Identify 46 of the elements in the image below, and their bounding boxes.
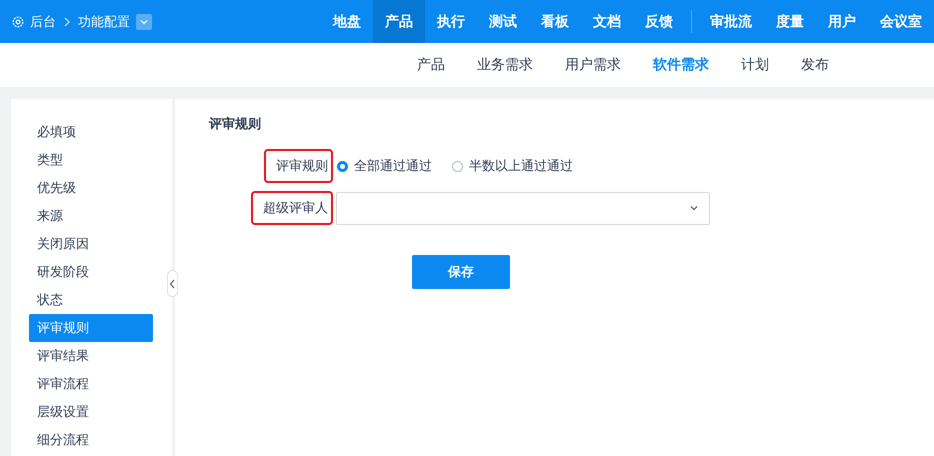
field-label: 评审规则 xyxy=(264,149,333,183)
nav-tab[interactable]: 会议室 xyxy=(868,0,934,43)
breadcrumb-current: 功能配置 xyxy=(78,14,130,30)
select-field[interactable] xyxy=(336,192,710,224)
nav-tab[interactable]: 反馈 xyxy=(633,0,685,43)
nav-tab[interactable]: 审批流 xyxy=(698,0,764,43)
dropdown-button[interactable] xyxy=(136,14,152,30)
sidebar-item[interactable]: 层级设置 xyxy=(29,398,153,426)
nav-tab[interactable]: 地盘 xyxy=(321,0,373,43)
sub-nav-tab[interactable]: 产品 xyxy=(402,56,460,74)
sidebar-item[interactable]: 关闭原因 xyxy=(29,230,153,258)
sidebar-item[interactable]: 细分流程 xyxy=(29,426,153,454)
sidebar-item[interactable]: 必填项 xyxy=(29,118,153,146)
nav-tab[interactable]: 文档 xyxy=(581,0,633,43)
sidebar-item[interactable]: 类型 xyxy=(29,146,153,174)
sub-nav-tab[interactable]: 发布 xyxy=(786,56,844,74)
radio-icon[interactable] xyxy=(452,160,463,172)
sub-nav-tab[interactable]: 计划 xyxy=(726,56,784,74)
radio-option[interactable]: 全部通过通过 xyxy=(337,157,432,175)
sidebar-item[interactable]: 研发阶段 xyxy=(29,258,153,286)
sub-nav-tab[interactable]: 用户需求 xyxy=(550,56,636,74)
sidebar-item[interactable]: 评审流程 xyxy=(29,370,153,398)
sub-nav-tab[interactable]: 业务需求 xyxy=(462,56,548,74)
nav-tab[interactable]: 测试 xyxy=(477,0,529,43)
settings-icon xyxy=(12,16,24,28)
chevron-left-icon xyxy=(169,278,176,288)
chevron-right-icon xyxy=(62,16,72,26)
nav-tab[interactable]: 产品 xyxy=(373,0,425,43)
sidebar-item[interactable]: 评审规则 xyxy=(29,314,153,342)
nav-tab[interactable]: 执行 xyxy=(425,0,477,43)
chevron-down-icon xyxy=(689,203,699,213)
collapse-button[interactable] xyxy=(167,270,178,297)
breadcrumb-link[interactable]: 后台 xyxy=(30,12,56,30)
field-label: 超级评审人 xyxy=(251,191,333,225)
nav-tab[interactable]: 看板 xyxy=(529,0,581,43)
save-button[interactable]: 保存 xyxy=(412,255,510,289)
section-title: 评审规则 xyxy=(209,116,261,133)
sidebar-item[interactable]: 评审结果 xyxy=(29,342,153,370)
sub-nav-tab[interactable]: 软件需求 xyxy=(638,56,724,74)
nav-tab[interactable]: 用户 xyxy=(816,0,868,43)
sidebar-item[interactable]: 来源 xyxy=(29,202,153,230)
sidebar-item[interactable]: 优先级 xyxy=(29,174,153,202)
radio-icon[interactable] xyxy=(337,160,348,172)
sidebar-item[interactable]: 状态 xyxy=(29,286,153,314)
radio-option[interactable]: 半数以上通过通过 xyxy=(452,157,573,175)
nav-tab[interactable]: 度量 xyxy=(764,0,816,43)
